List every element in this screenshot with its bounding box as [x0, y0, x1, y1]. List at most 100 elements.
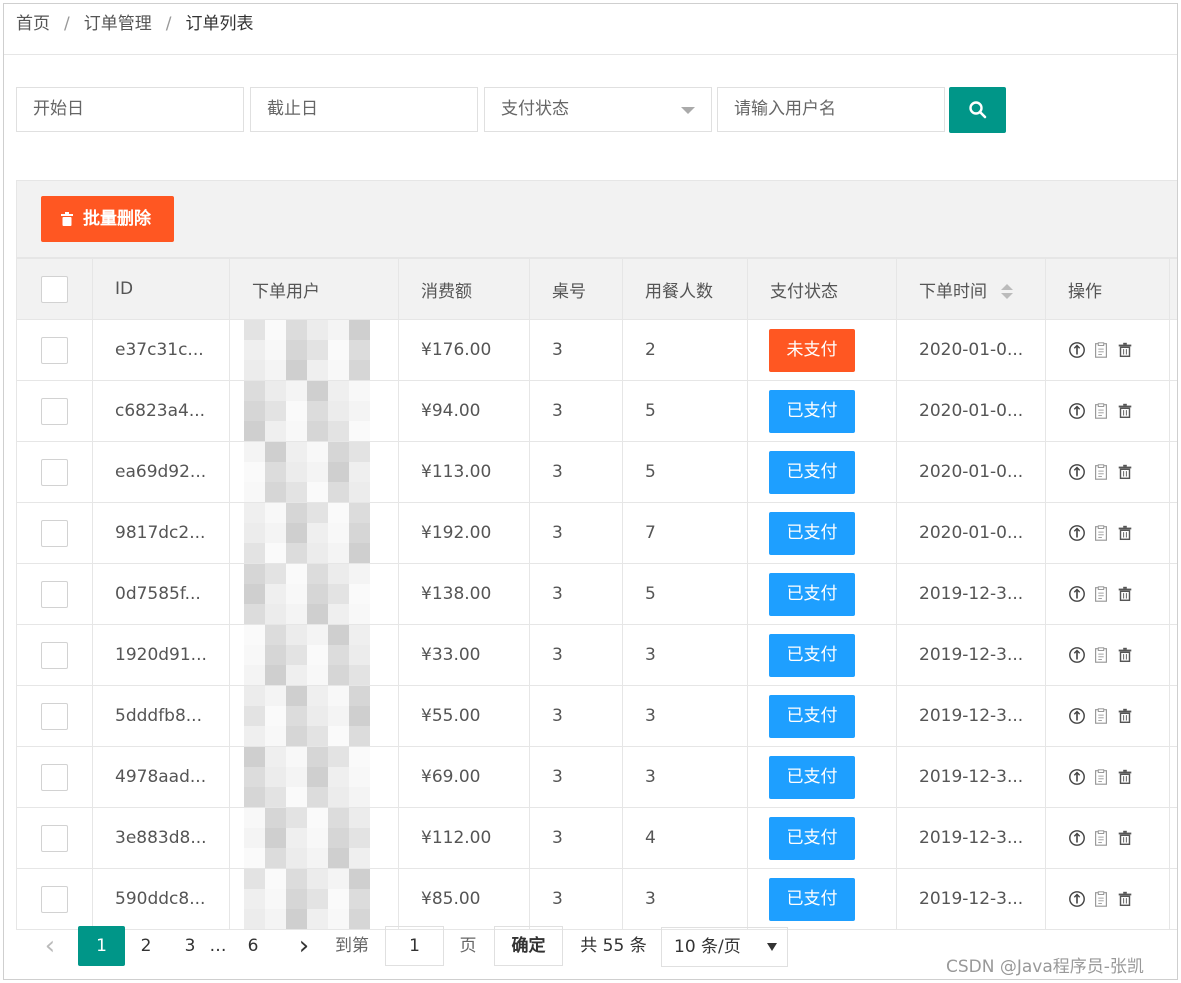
- cell-overflow: [1169, 502, 1177, 564]
- row-actions: [1068, 340, 1169, 360]
- page-button[interactable]: 3: [180, 926, 200, 966]
- trash-icon[interactable]: [1116, 889, 1134, 909]
- select-all-checkbox[interactable]: [41, 275, 68, 303]
- prev-page-button[interactable]: ‹: [40, 926, 60, 966]
- end-date-input[interactable]: 截止日: [250, 87, 478, 132]
- upload-icon[interactable]: [1068, 767, 1086, 787]
- cell-people: 5: [622, 441, 748, 503]
- username-input[interactable]: 请输入用户名: [717, 87, 945, 132]
- upload-icon[interactable]: [1068, 523, 1086, 543]
- redacted-username-mosaic: [244, 625, 398, 685]
- cell-people: 5: [622, 563, 748, 625]
- cell-actions: [1045, 380, 1170, 442]
- upload-icon[interactable]: [1068, 706, 1086, 726]
- page-button[interactable]: 6: [243, 926, 263, 966]
- row-checkbox[interactable]: [41, 885, 68, 913]
- cell-pay-status: 已支付: [747, 624, 897, 686]
- header-order-time[interactable]: 下单时间: [896, 258, 1046, 320]
- sort-icon[interactable]: [1001, 283, 1013, 300]
- trash-icon[interactable]: [1116, 767, 1134, 787]
- cell-actions: [1045, 441, 1170, 503]
- cell-order-time: 2020-01-0...: [896, 441, 1046, 503]
- breadcrumb-order-management[interactable]: 订单管理: [84, 14, 152, 34]
- breadcrumb-order-list: 订单列表: [185, 14, 254, 34]
- upload-icon[interactable]: [1068, 462, 1086, 482]
- row-checkbox[interactable]: [41, 641, 68, 669]
- document-icon[interactable]: [1092, 401, 1110, 421]
- row-checkbox[interactable]: [41, 580, 68, 608]
- page-button[interactable]: 2: [136, 926, 156, 966]
- cell-actions: [1045, 502, 1170, 564]
- batch-delete-button[interactable]: 批量删除: [41, 196, 174, 242]
- pay-status-select[interactable]: 支付状态: [484, 87, 712, 132]
- confirm-button[interactable]: 确定: [494, 926, 563, 966]
- document-icon[interactable]: [1092, 462, 1110, 482]
- cell-amount: ¥69.00: [398, 746, 530, 808]
- row-checkbox[interactable]: [41, 702, 68, 730]
- document-icon[interactable]: [1092, 584, 1110, 604]
- document-icon[interactable]: [1092, 889, 1110, 909]
- next-page-button[interactable]: ›: [294, 926, 314, 966]
- cell-pay-status: 未支付: [747, 319, 897, 381]
- document-icon[interactable]: [1092, 340, 1110, 360]
- cell-id: c6823a4...: [92, 380, 230, 442]
- goto-page-input[interactable]: 1: [385, 926, 444, 966]
- order-table: ID 下单用户 消费额 桌号 用餐人数 支付状态 下单时间 操作 e37c31c…: [16, 258, 1177, 930]
- upload-icon[interactable]: [1068, 584, 1086, 604]
- trash-icon[interactable]: [1116, 340, 1134, 360]
- cell-user: [229, 319, 399, 381]
- cell-actions: [1045, 807, 1170, 869]
- start-date-input[interactable]: 开始日: [16, 87, 244, 132]
- row-checkbox[interactable]: [41, 336, 68, 364]
- table-row: e37c31c... ¥176.00 3 2 未支付 2020-01-0...: [16, 319, 1177, 381]
- redacted-username-mosaic: [244, 442, 398, 502]
- row-actions: [1068, 584, 1169, 604]
- document-icon[interactable]: [1092, 706, 1110, 726]
- cell-user: [229, 807, 399, 869]
- trash-icon[interactable]: [1116, 645, 1134, 665]
- status-badge-paid: 已支付: [769, 816, 855, 860]
- table-toolbar: 批量删除: [16, 180, 1177, 258]
- cell-overflow: [1169, 807, 1177, 869]
- document-icon[interactable]: [1092, 523, 1110, 543]
- upload-icon[interactable]: [1068, 645, 1086, 665]
- cell-overflow: [1169, 563, 1177, 625]
- upload-icon[interactable]: [1068, 828, 1086, 848]
- status-badge-paid: 已支付: [769, 877, 855, 921]
- redacted-username-mosaic: [244, 686, 398, 746]
- upload-icon[interactable]: [1068, 340, 1086, 360]
- row-checkbox[interactable]: [41, 519, 68, 547]
- document-icon[interactable]: [1092, 645, 1110, 665]
- header-user: 下单用户: [229, 258, 399, 320]
- cell-amount: ¥113.00: [398, 441, 530, 503]
- row-checkbox[interactable]: [41, 763, 68, 791]
- trash-icon[interactable]: [1116, 462, 1134, 482]
- cell-people: 5: [622, 380, 748, 442]
- pay-status-placeholder: 支付状态: [501, 99, 569, 119]
- trash-icon[interactable]: [1116, 523, 1134, 543]
- row-checkbox[interactable]: [41, 458, 68, 486]
- table-body: e37c31c... ¥176.00 3 2 未支付 2020-01-0... c6823a…: [16, 319, 1177, 930]
- upload-icon[interactable]: [1068, 401, 1086, 421]
- row-actions: [1068, 401, 1169, 421]
- header-people: 用餐人数: [622, 258, 748, 320]
- page-size-select[interactable]: 10 条/页: [661, 927, 788, 967]
- page-button-current[interactable]: 1: [78, 926, 125, 966]
- trash-icon[interactable]: [1116, 584, 1134, 604]
- document-icon[interactable]: [1092, 828, 1110, 848]
- cell-pay-status: 已支付: [747, 441, 897, 503]
- row-checkbox[interactable]: [41, 824, 68, 852]
- breadcrumb-home[interactable]: 首页: [16, 14, 50, 34]
- cell-amount: ¥176.00: [398, 319, 530, 381]
- cell-order-time: 2019-12-3...: [896, 685, 1046, 747]
- cell-amount: ¥94.00: [398, 380, 530, 442]
- document-icon[interactable]: [1092, 767, 1110, 787]
- upload-icon[interactable]: [1068, 889, 1086, 909]
- row-checkbox[interactable]: [41, 397, 68, 425]
- trash-icon[interactable]: [1116, 706, 1134, 726]
- redacted-username-mosaic: [244, 564, 398, 624]
- cell-user: [229, 502, 399, 564]
- trash-icon[interactable]: [1116, 401, 1134, 421]
- search-button[interactable]: [949, 87, 1006, 133]
- trash-icon[interactable]: [1116, 828, 1134, 848]
